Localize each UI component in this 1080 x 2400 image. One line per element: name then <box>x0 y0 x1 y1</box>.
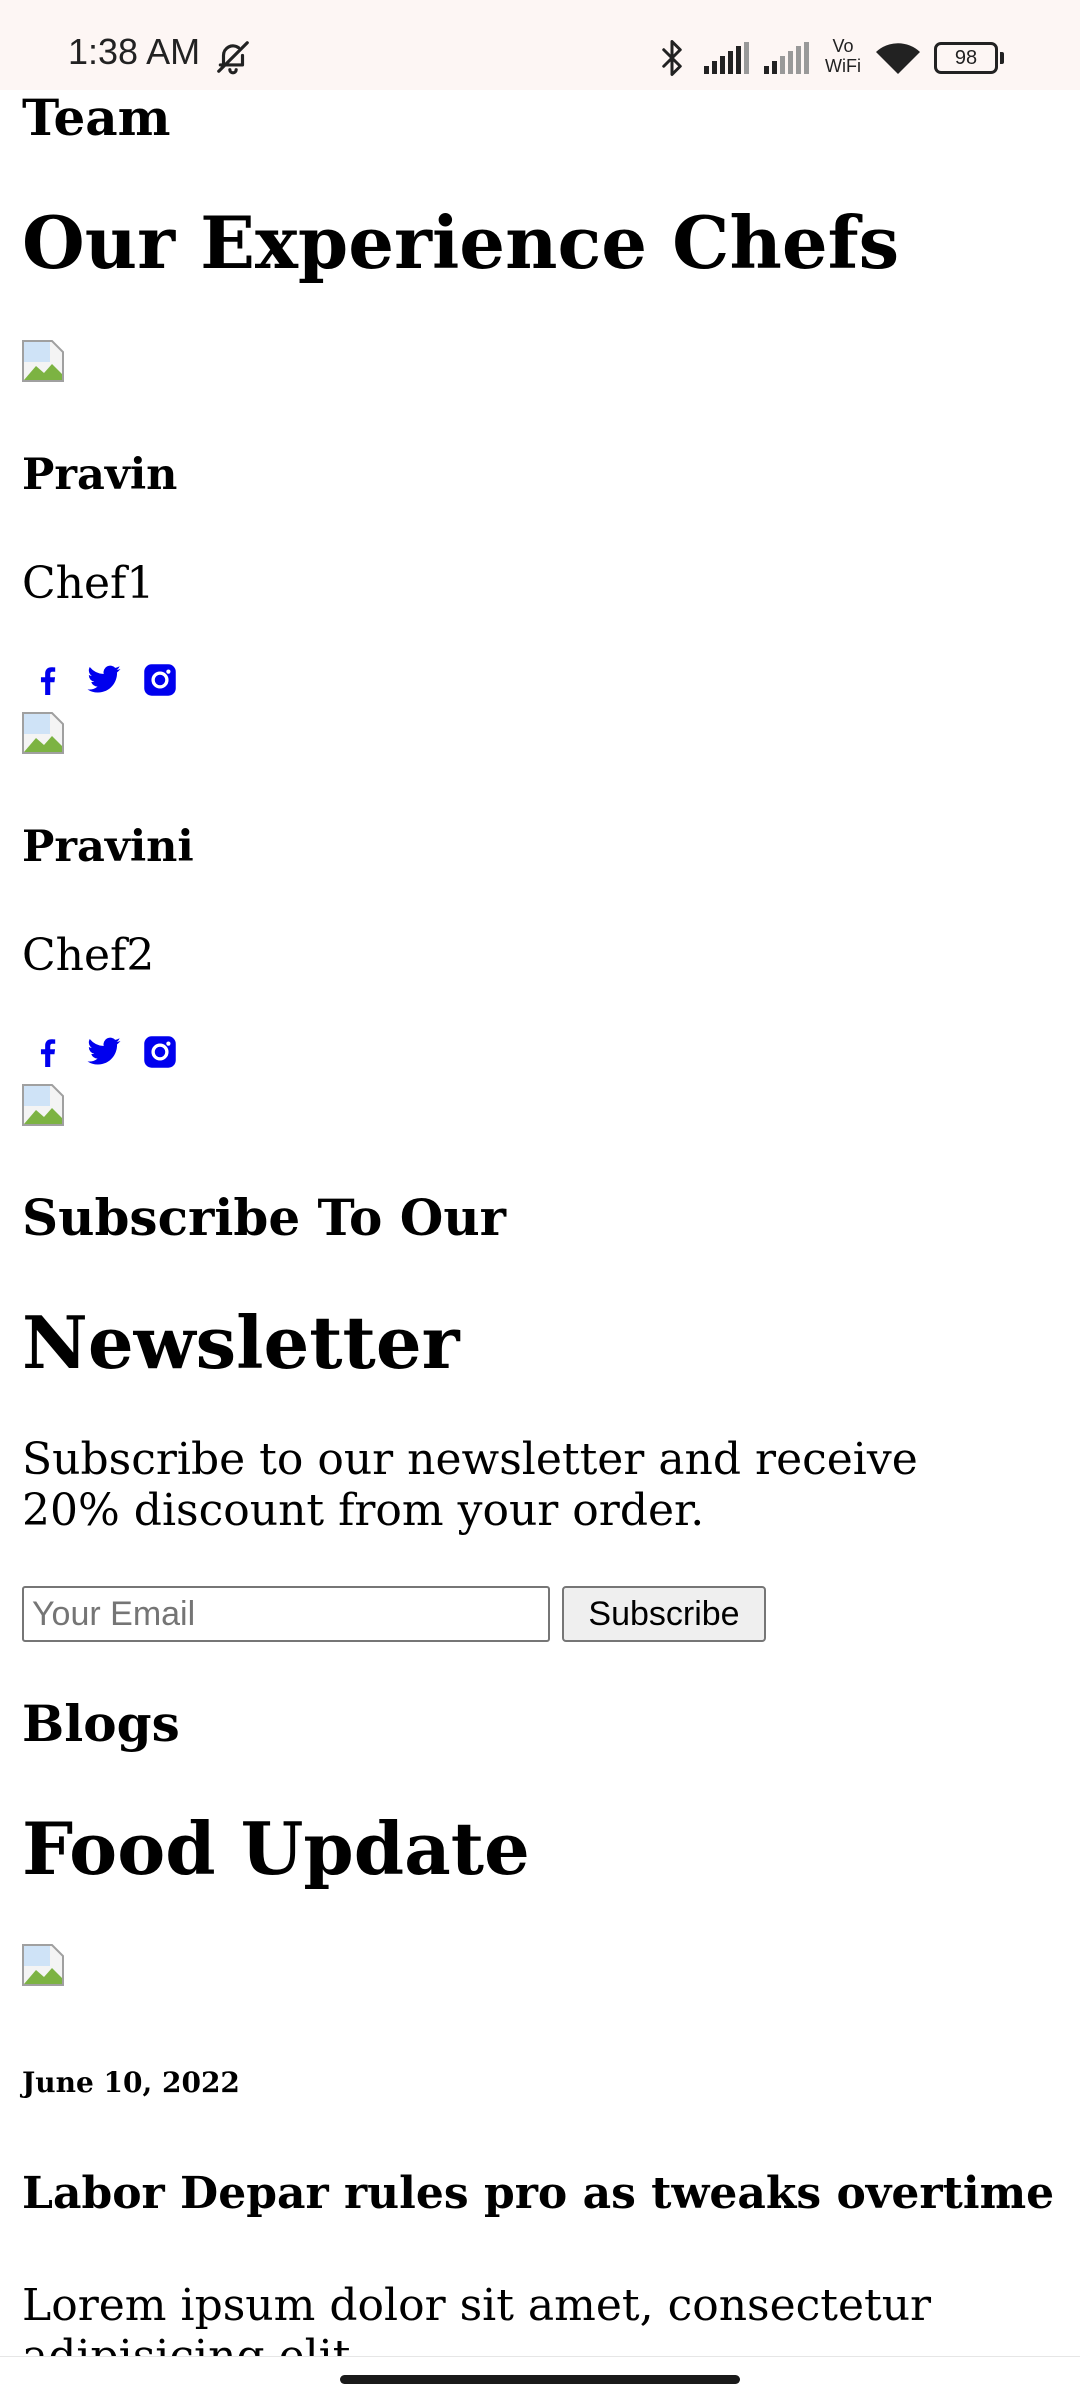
newsletter-description: Subscribe to our newsletter and receive … <box>22 1434 918 1536</box>
chef-name: Pravin <box>22 450 178 500</box>
battery-icon: 98 <box>934 42 1004 74</box>
signal-icon <box>704 42 752 78</box>
newsletter-heading-line2: Newsletter <box>22 1300 460 1385</box>
bell-off-icon <box>214 38 252 80</box>
vowifi-top-label: Vo <box>832 36 854 56</box>
blog-date: June 10, 2022 <box>22 2066 240 2099</box>
blog-title[interactable]: Labor Depar rules pro as tweaks overtime <box>22 2168 1054 2219</box>
email-input[interactable] <box>22 1586 550 1642</box>
blog-image-broken-icon <box>22 1944 64 1986</box>
twitter-icon[interactable] <box>86 1034 122 1070</box>
blogs-heading: Food Update <box>22 1806 530 1891</box>
subscribe-button[interactable]: Subscribe <box>562 1586 766 1642</box>
status-bar: 1:38 AM Vo WiFi 98 <box>0 0 1080 90</box>
wifi-icon <box>874 40 922 80</box>
newsletter-image-broken-icon <box>22 1084 64 1126</box>
newsletter-heading-line1: Subscribe To Our <box>22 1188 507 1247</box>
chef-name: Pravini <box>22 822 194 872</box>
navigation-bar <box>0 2356 1080 2400</box>
facebook-icon[interactable] <box>30 662 66 698</box>
chef-social-links <box>30 662 178 698</box>
signal-icon <box>764 42 812 78</box>
battery-level: 98 <box>934 42 998 74</box>
twitter-icon[interactable] <box>86 662 122 698</box>
chef-role: Chef1 <box>22 558 155 609</box>
chef-image-broken-icon <box>22 340 64 382</box>
team-heading: Our Experience Chefs <box>22 200 900 285</box>
facebook-icon[interactable] <box>30 1034 66 1070</box>
status-time: 1:38 AM <box>68 31 201 72</box>
instagram-icon[interactable] <box>142 662 178 698</box>
home-indicator[interactable] <box>340 2375 740 2384</box>
instagram-icon[interactable] <box>142 1034 178 1070</box>
page: 1:38 AM Vo WiFi 98 Team Our Experience C… <box>0 0 1080 2400</box>
bluetooth-icon <box>654 38 690 82</box>
chef-social-links <box>30 1034 178 1070</box>
chef-role: Chef2 <box>22 930 155 981</box>
blogs-section-label: Blogs <box>22 1694 180 1753</box>
vowifi-bottom-label: WiFi <box>825 56 861 76</box>
chef-image-broken-icon <box>22 712 64 754</box>
vowifi-icon: Vo WiFi <box>820 36 866 76</box>
team-section-label: Team <box>22 88 171 147</box>
